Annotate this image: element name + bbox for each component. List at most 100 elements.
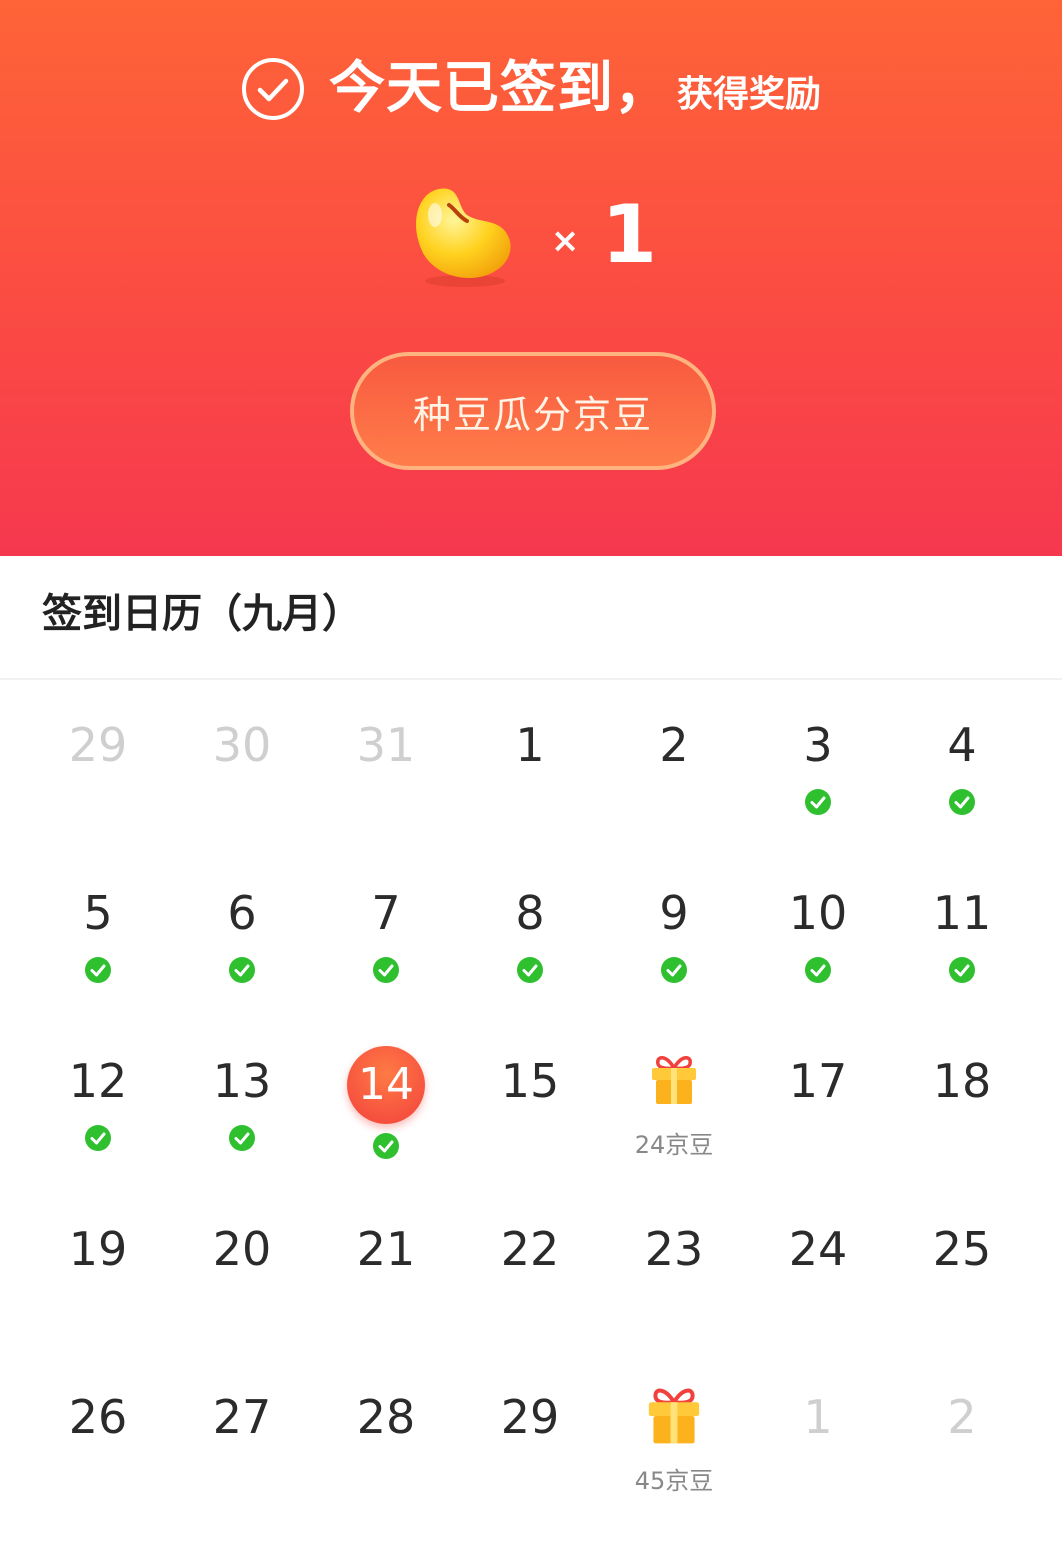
jingdou-bean-icon <box>415 188 511 287</box>
day-number: 4 <box>947 718 977 772</box>
day-number: 21 <box>356 1222 416 1276</box>
checkin-calendar-grid: 29 30 31 1 2 3 4 5 6 7 8 9 10 11 12 13 14 15 24京豆 17 18 19 20 2… <box>26 716 1036 1556</box>
calendar-day[interactable]: 13 <box>170 1052 314 1220</box>
day-number: 27 <box>212 1390 272 1444</box>
check-circle-icon <box>241 58 304 120</box>
calendar-day[interactable]: 3 <box>746 716 890 884</box>
calendar-day[interactable]: 18 <box>890 1052 1034 1220</box>
reward-label: 45京豆 <box>634 1467 714 1495</box>
reward-label: 24京豆 <box>634 1131 714 1159</box>
day-number: 25 <box>932 1222 992 1276</box>
reward-multiplier-sign: × <box>550 221 580 261</box>
calendar-day[interactable]: 25 <box>890 1220 1034 1388</box>
checked-in-icon <box>85 957 111 983</box>
day-number: 9 <box>659 886 689 940</box>
reward-count: 1 <box>601 188 658 281</box>
calendar-title: 签到日历（九月） <box>42 591 362 637</box>
checked-in-icon <box>373 1133 399 1159</box>
checked-in-icon <box>661 957 687 983</box>
checked-in-icon <box>517 957 543 983</box>
calendar-day[interactable]: 22 <box>458 1220 602 1388</box>
calendar-day-today[interactable]: 14 <box>314 1046 458 1220</box>
day-number: 20 <box>212 1222 272 1276</box>
divider <box>0 678 1062 680</box>
calendar-day[interactable]: 21 <box>314 1220 458 1388</box>
day-number: 26 <box>68 1390 128 1444</box>
calendar-day[interactable]: 30 <box>170 716 314 884</box>
headline-text: 今天已签到， <box>328 56 671 121</box>
day-number: 15 <box>500 1054 560 1108</box>
gift-box-icon <box>652 1056 696 1104</box>
day-number: 1 <box>803 1390 833 1444</box>
day-number: 22 <box>500 1222 560 1276</box>
calendar-week-row: 29 30 31 1 2 3 4 <box>26 716 1036 884</box>
calendar-day[interactable]: 28 <box>314 1388 458 1556</box>
day-number: 31 <box>356 718 416 772</box>
day-number: 8 <box>515 886 545 940</box>
calendar-day[interactable]: 4 <box>890 716 1034 884</box>
day-number: 24 <box>788 1222 848 1276</box>
calendar-day[interactable]: 2 <box>602 716 746 884</box>
calendar-day[interactable]: 15 <box>458 1052 602 1220</box>
checked-in-icon <box>805 957 831 983</box>
day-number: 7 <box>371 886 401 940</box>
day-number: 19 <box>68 1222 128 1276</box>
plant-beans-button[interactable]: 种豆瓜分京豆 <box>350 352 716 470</box>
day-number: 11 <box>932 886 992 940</box>
day-number: 12 <box>68 1054 128 1108</box>
day-number: 18 <box>932 1054 992 1108</box>
day-number: 17 <box>788 1054 848 1108</box>
calendar-day[interactable]: 6 <box>170 884 314 1052</box>
checked-in-icon <box>949 789 975 815</box>
day-number: 10 <box>788 886 848 940</box>
day-number: 29 <box>500 1390 560 1444</box>
checked-in-icon <box>805 789 831 815</box>
calendar-day[interactable]: 29 <box>26 716 170 884</box>
calendar-day[interactable]: 19 <box>26 1220 170 1388</box>
calendar-day[interactable]: 12 <box>26 1052 170 1220</box>
calendar-day[interactable]: 5 <box>26 884 170 1052</box>
calendar-day[interactable]: 9 <box>602 884 746 1052</box>
day-number: 30 <box>212 718 272 772</box>
calendar-week-row: 19 20 21 22 23 24 25 <box>26 1220 1036 1388</box>
day-number: 6 <box>227 886 257 940</box>
checkin-headline: 今天已签到， 获得奖励 <box>0 52 1062 126</box>
day-number: 13 <box>212 1054 272 1108</box>
calendar-day[interactable]: 1 <box>458 716 602 884</box>
calendar-day[interactable]: 17 <box>746 1052 890 1220</box>
calendar-day-reward[interactable]: 24京豆 <box>602 1052 746 1220</box>
calendar-week-row: 12 13 14 15 24京豆 17 18 <box>26 1046 1036 1220</box>
day-number: 14 <box>347 1046 425 1124</box>
calendar-day-reward[interactable]: 45京豆 <box>602 1388 746 1556</box>
reward-row: × 1 <box>0 170 1062 300</box>
calendar-day[interactable]: 2 <box>890 1388 1034 1556</box>
calendar-day[interactable]: 26 <box>26 1388 170 1556</box>
calendar-day[interactable]: 7 <box>314 884 458 1052</box>
calendar-day[interactable]: 24 <box>746 1220 890 1388</box>
calendar-day[interactable]: 23 <box>602 1220 746 1388</box>
day-number: 23 <box>644 1222 704 1276</box>
checked-in-icon <box>229 957 255 983</box>
day-number: 1 <box>515 718 545 772</box>
calendar-day[interactable]: 1 <box>746 1388 890 1556</box>
calendar-day[interactable]: 29 <box>458 1388 602 1556</box>
calendar-day[interactable]: 11 <box>890 884 1034 1052</box>
day-number: 29 <box>68 718 128 772</box>
calendar-week-row: 5 6 7 8 9 10 11 <box>26 884 1036 1052</box>
day-number: 3 <box>803 718 833 772</box>
checkin-banner: 今天已签到， 获得奖励 × 1 种豆瓜分京豆 <box>0 0 1062 556</box>
checked-in-icon <box>949 957 975 983</box>
checked-in-icon <box>85 1125 111 1151</box>
headline-subtext: 获得奖励 <box>676 74 821 115</box>
calendar-week-row: 26 27 28 29 45京豆 1 2 <box>26 1388 1036 1556</box>
calendar-day[interactable]: 20 <box>170 1220 314 1388</box>
day-number: 5 <box>83 886 113 940</box>
checked-in-icon <box>373 957 399 983</box>
gift-box-icon <box>648 1388 700 1444</box>
checked-in-icon <box>229 1125 255 1151</box>
calendar-day[interactable]: 8 <box>458 884 602 1052</box>
calendar-day[interactable]: 10 <box>746 884 890 1052</box>
day-number: 28 <box>356 1390 416 1444</box>
calendar-day[interactable]: 27 <box>170 1388 314 1556</box>
calendar-day[interactable]: 31 <box>314 716 458 884</box>
